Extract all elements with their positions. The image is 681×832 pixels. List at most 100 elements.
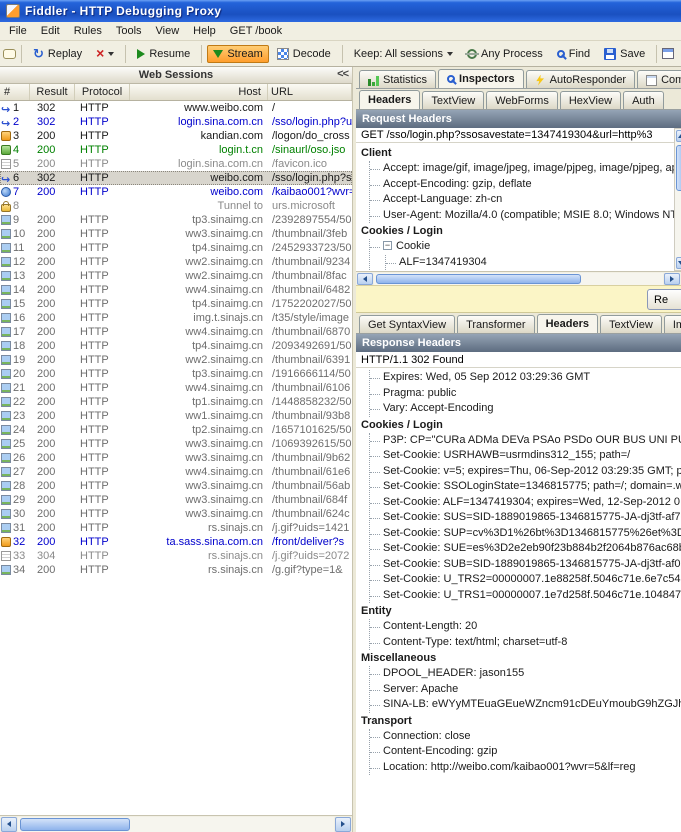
header-item[interactable]: DPOOL_HEADER: jason155	[370, 666, 681, 682]
header-item[interactable]: Set-Cookie: SUP=cv%3D1%26bt%3D1346815775…	[370, 526, 681, 542]
session-row-4[interactable]: 4200HTTPlogin.t.cn/sinaurl/oso.jso	[0, 143, 352, 157]
column-header-host[interactable]: Host	[130, 84, 268, 100]
session-row-14[interactable]: 14200HTTPww4.sinaimg.cn/thumbnail/6482	[0, 283, 352, 297]
menu-item-get-book[interactable]: GET /book	[223, 24, 289, 38]
session-row-24[interactable]: 24200HTTPtp2.sinaimg.cn/1657101625/50	[0, 423, 352, 437]
response-tab-im[interactable]: Im	[664, 315, 681, 333]
header-item[interactable]: Set-Cookie: SUS=SID-1889019865-134681577…	[370, 510, 681, 526]
response-status-line[interactable]: HTTP/1.1 302 Found	[356, 352, 681, 368]
request-line[interactable]: GET /sso/login.php?ssosavestate=13474193…	[356, 128, 681, 143]
session-row-21[interactable]: 21200HTTPww4.sinaimg.cn/thumbnail/6106	[0, 381, 352, 395]
header-item[interactable]: Set-Cookie: U_TRS2=00000007.1e88258f.504…	[370, 572, 681, 588]
column-header-number[interactable]: #	[0, 84, 30, 100]
header-item[interactable]: Set-Cookie: SUE=es%3D2e2eb90f23b884b2f20…	[370, 541, 681, 557]
response-tab-transformer[interactable]: Transformer	[457, 315, 535, 333]
collapse-toggle-icon[interactable]	[383, 241, 392, 250]
remove-sessions-button[interactable]	[90, 44, 120, 64]
session-row-23[interactable]: 23200HTTPww1.sinaimg.cn/thumbnail/93b8	[0, 409, 352, 423]
request-tab-textview[interactable]: TextView	[422, 91, 484, 109]
header-item[interactable]: P3P: CP="CURa ADMa DEVa PSAo PSDo OUR BU…	[370, 433, 681, 449]
scroll-left-button[interactable]	[357, 273, 373, 285]
header-item[interactable]: Connection: close	[370, 729, 681, 745]
session-row-9[interactable]: 9200HTTPtp3.sinaimg.cn/2392897554/50	[0, 213, 352, 227]
session-row-30[interactable]: 30200HTTPww3.sinaimg.cn/thumbnail/624c	[0, 507, 352, 521]
scroll-track[interactable]	[18, 817, 334, 832]
header-item[interactable]: Server: Apache	[370, 682, 681, 698]
header-item[interactable]: Pragma: public	[370, 386, 681, 402]
session-row-32[interactable]: 32200HTTPta.sass.sina.com.cn/front/deliv…	[0, 535, 352, 549]
session-row-1[interactable]: 1302HTTPwww.weibo.com/	[0, 101, 352, 115]
menu-item-tools[interactable]: Tools	[109, 24, 149, 38]
session-row-25[interactable]: 25200HTTPww3.sinaimg.cn/1069392615/50	[0, 437, 352, 451]
header-item[interactable]: Content-Length: 20	[370, 619, 681, 635]
header-item[interactable]: User-Agent: Mozilla/4.0 (compatible; MSI…	[370, 208, 681, 224]
header-item[interactable]: Accept-Language: zh-cn	[370, 192, 681, 208]
header-item[interactable]: SINA-LB: eWYyMTEuaGEueWZncm91cDEuYmoubG9…	[370, 697, 681, 713]
find-button[interactable]: Find	[551, 45, 596, 63]
tab-inspectors[interactable]: Inspectors	[438, 69, 524, 89]
session-row-10[interactable]: 10200HTTPww3.sinaimg.cn/thumbnail/3feb	[0, 227, 352, 241]
menu-item-file[interactable]: File	[2, 24, 34, 38]
scroll-right-button[interactable]	[664, 273, 680, 285]
header-item[interactable]: Cookie	[370, 239, 681, 255]
request-tab-auth[interactable]: Auth	[623, 91, 664, 109]
launch-window-icon[interactable]	[662, 48, 674, 59]
keep-sessions-button[interactable]: Keep: All sessions	[348, 45, 459, 63]
header-item[interactable]: Set-Cookie: SUB=SID-1889019865-134681577…	[370, 557, 681, 573]
session-row-3[interactable]: 3200HTTPkandian.com/logon/do_cross	[0, 129, 352, 143]
header-item[interactable]: Accept-Encoding: gzip, deflate	[370, 177, 681, 193]
sessions-h-scrollbar[interactable]	[0, 815, 352, 832]
stream-toggle-button[interactable]: Stream	[207, 45, 268, 63]
session-row-20[interactable]: 20200HTTPtp3.sinaimg.cn/1916666114/50	[0, 367, 352, 381]
tab-autoresponder[interactable]: AutoResponder	[526, 70, 635, 88]
response-tab-headers[interactable]: Headers	[537, 314, 598, 334]
decode-toggle-button[interactable]: Decode	[271, 45, 337, 63]
encoding-warning-bar[interactable]: Re	[356, 285, 681, 313]
tab-statistics[interactable]: Statistics	[359, 70, 436, 88]
session-row-8[interactable]: 8Tunnel tours.microsoft	[0, 199, 352, 213]
session-row-11[interactable]: 11200HTTPtp4.sinaimg.cn/2452933723/50	[0, 241, 352, 255]
session-row-27[interactable]: 27200HTTPww4.sinaimg.cn/thumbnail/61e6	[0, 465, 352, 479]
response-tab-textview[interactable]: TextView	[600, 315, 662, 333]
header-item[interactable]: Set-Cookie: USRHAWB=usrmdins312_155; pat…	[370, 448, 681, 464]
request-tab-headers[interactable]: Headers	[359, 90, 420, 110]
header-item[interactable]: Content-Type: text/html; charset=utf-8	[370, 635, 681, 651]
browse-button[interactable]: Br	[676, 44, 681, 63]
resume-button[interactable]: Resume	[131, 45, 196, 63]
header-item[interactable]: Vary: Accept-Encoding	[370, 401, 681, 417]
any-process-button[interactable]: Any Process	[461, 45, 549, 63]
session-row-19[interactable]: 19200HTTPww2.sinaimg.cn/thumbnail/6391	[0, 353, 352, 367]
response-tab-get-syntaxview[interactable]: Get SyntaxView	[359, 315, 455, 333]
scroll-up-button[interactable]	[676, 130, 681, 142]
menu-item-rules[interactable]: Rules	[67, 24, 109, 38]
scroll-thumb[interactable]	[376, 274, 581, 284]
session-row-34[interactable]: 34200HTTPrs.sinajs.cn/g.gif?type=1&	[0, 563, 352, 577]
session-row-6[interactable]: 6302HTTPweibo.com/sso/login.php?s	[0, 171, 352, 185]
request-tab-webforms[interactable]: WebForms	[486, 91, 558, 109]
save-button[interactable]: Save	[598, 45, 651, 63]
header-item[interactable]: Set-Cookie: SSOLoginState=1346815775; pa…	[370, 479, 681, 495]
header-item[interactable]: Set-Cookie: v=5; expires=Thu, 06-Sep-201…	[370, 464, 681, 480]
header-item[interactable]: Expires: Wed, 05 Sep 2012 03:29:36 GMT	[370, 370, 681, 386]
session-row-29[interactable]: 29200HTTPww3.sinaimg.cn/thumbnail/684f	[0, 493, 352, 507]
scroll-track[interactable]	[374, 273, 663, 285]
header-item[interactable]: Set-Cookie: U_TRS1=00000007.1e7d258f.504…	[370, 588, 681, 604]
session-row-7[interactable]: 7200HTTPweibo.com/kaibao001?wvr=	[0, 185, 352, 199]
session-row-17[interactable]: 17200HTTPww4.sinaimg.cn/thumbnail/6870	[0, 325, 352, 339]
session-row-13[interactable]: 13200HTTPww2.sinaimg.cn/thumbnail/8fac	[0, 269, 352, 283]
session-row-15[interactable]: 15200HTTPtp4.sinaimg.cn/1752202027/50	[0, 297, 352, 311]
request-h-scrollbar[interactable]	[356, 271, 681, 285]
scroll-right-button[interactable]	[335, 817, 351, 832]
header-item[interactable]: Content-Encoding: gzip	[370, 744, 681, 760]
session-row-26[interactable]: 26200HTTPww3.sinaimg.cn/thumbnail/9b62	[0, 451, 352, 465]
tab-comp[interactable]: Comp	[637, 70, 681, 88]
request-v-scrollbar[interactable]	[674, 128, 681, 271]
session-row-18[interactable]: 18200HTTPtp4.sinaimg.cn/2093492691/50	[0, 339, 352, 353]
scroll-down-button[interactable]	[676, 257, 681, 269]
scroll-thumb[interactable]	[676, 145, 681, 191]
session-row-16[interactable]: 16200HTTPimg.t.sinajs.cn/t35/style/image	[0, 311, 352, 325]
comment-icon[interactable]	[3, 49, 16, 59]
replay-button[interactable]: Replay	[27, 44, 88, 64]
decode-response-button[interactable]: Re	[647, 289, 681, 310]
header-item[interactable]: Location: http://weibo.com/kaibao001?wvr…	[370, 760, 681, 776]
